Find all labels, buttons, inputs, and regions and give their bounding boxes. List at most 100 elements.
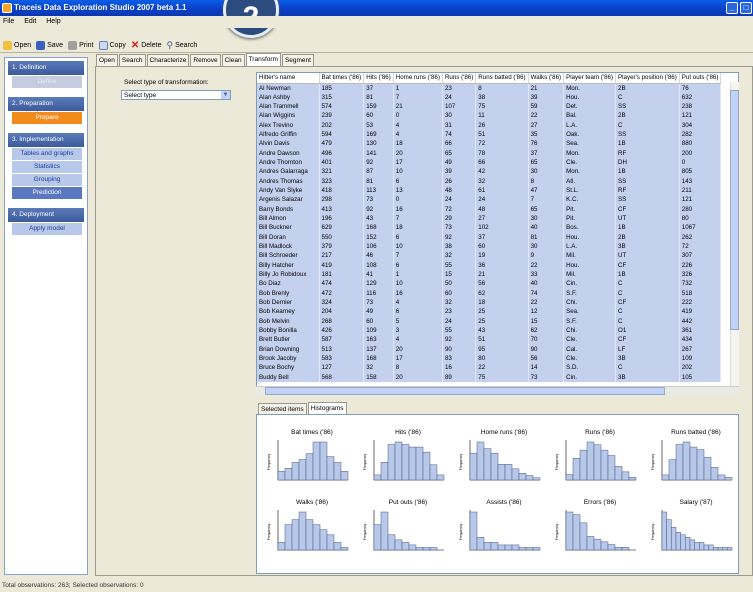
histogram-bar <box>694 542 700 551</box>
tab-open[interactable]: Open <box>96 54 118 66</box>
column-header[interactable]: Hits ('86) <box>363 73 394 84</box>
table-cell: 401 <box>319 157 365 168</box>
histogram-bar <box>593 444 602 481</box>
column-header[interactable]: Bat times ('86) <box>319 73 365 84</box>
column-header[interactable]: Runs ('86) <box>442 73 477 84</box>
histogram-ylabel: Frequency <box>267 453 271 470</box>
menu-file[interactable]: File <box>3 18 14 25</box>
table-row[interactable]: Buddy Bell 568 158 20 89 75 73 Cin. 3B 105 <box>257 372 722 382</box>
table-row[interactable]: Andres Galarraga 321 87 10 39 42 30 Mon. 1B 805 <box>257 167 722 177</box>
table-row[interactable]: Bob Kearney 204 49 6 23 25 12 Sea. C 419 <box>257 307 722 317</box>
table-row[interactable]: Andres Thomas 323 81 6 26 32 8 Atl. SS 143 <box>257 176 722 186</box>
tab-characterize[interactable]: Characterize <box>146 54 190 66</box>
sidebar-item-apply-model[interactable]: Apply model <box>12 223 82 235</box>
column-header[interactable]: Player team ('86) <box>563 73 617 84</box>
tab-search[interactable]: Search <box>118 54 146 66</box>
table-cell: 83 <box>442 353 477 364</box>
column-header[interactable]: Walks ('86) <box>528 73 565 84</box>
histogram-bar <box>525 547 534 551</box>
horizontal-scroll-thumb[interactable] <box>265 387 665 395</box>
table-row[interactable]: Bob Melvin 268 60 5 24 25 15 S.F. C 442 <box>257 316 722 326</box>
sidebar-item-prediction[interactable]: Prediction <box>12 187 82 199</box>
table-cell: 65 <box>528 157 565 168</box>
column-header[interactable]: Home runs ('86) <box>393 73 443 84</box>
copy-label: Copy <box>109 42 126 49</box>
table-cell: SS <box>615 195 680 205</box>
table-row[interactable]: Barry Bonds 413 92 16 72 48 65 Pit. CF 280 <box>257 204 722 214</box>
table-cell: Bill Almon <box>257 213 320 224</box>
table-row[interactable]: Bill Almon 196 43 7 29 27 30 Pit. UT 80 <box>257 213 722 224</box>
search-button[interactable]: ⚲ Search <box>166 40 197 51</box>
table-cell: 5 <box>393 316 443 326</box>
table-cell: 51 <box>475 129 529 140</box>
table-cell: 50 <box>442 279 477 289</box>
table-cell: 72 <box>442 204 477 214</box>
sidebar-item-grouping[interactable]: Grouping <box>12 174 82 186</box>
table-row[interactable]: Billy Jo Robidoux 181 41 1 15 21 33 Mil. 1B 326 <box>257 269 722 280</box>
table-cell: O1 <box>615 325 680 336</box>
menu-help[interactable]: Help <box>46 18 60 25</box>
print-button[interactable]: Print <box>68 41 94 50</box>
table-cell: Cal. <box>563 344 617 354</box>
vertical-scroll-thumb[interactable] <box>730 90 739 330</box>
table-cell: 3B <box>615 241 680 252</box>
transformation-type-select[interactable]: Select type ▼ <box>121 90 231 100</box>
table-row[interactable]: Bill Buckner 629 168 18 73 102 40 Bos. 1B 1067 <box>257 223 722 233</box>
table-cell: Bill Buckner <box>257 223 320 233</box>
column-header[interactable]: Put outs ('86) <box>679 73 722 84</box>
copy-button[interactable]: Copy <box>98 41 126 50</box>
column-header[interactable]: Player's position ('86) <box>615 73 680 84</box>
tab-segment[interactable]: Segment <box>281 54 314 66</box>
table-row[interactable]: Brett Butler 587 163 4 92 51 70 Cle. CF 434 <box>257 335 722 345</box>
table-row[interactable]: Alan Ashby 315 81 7 24 38 39 Hou. C 632 <box>257 92 722 102</box>
table-row[interactable]: Argenis Salazar 298 73 0 24 24 7 K.C. SS 121 <box>257 195 722 205</box>
delete-button[interactable]: ✕ Delete <box>131 40 162 51</box>
tab-remove[interactable]: Remove <box>190 54 221 66</box>
open-button[interactable]: Open <box>3 41 31 50</box>
table-row[interactable]: Alfredo Griffin 594 169 4 74 51 35 Oak. SS 282 <box>257 129 722 140</box>
table-row[interactable]: Brook Jacoby 583 168 17 83 80 56 Cle. 3B 109 <box>257 353 722 364</box>
table-row[interactable]: Andy Van Slyke 418 113 13 48 61 47 St.L. RF 211 <box>257 185 722 196</box>
table-row[interactable]: Alvin Davis 479 130 18 66 72 76 Sea. 1B 880 <box>257 139 722 149</box>
table-row[interactable]: Billy Hatcher 419 108 6 55 36 22 Hou. CF 226 <box>257 260 722 270</box>
table-cell: Bos. <box>563 223 617 233</box>
histogram-bar <box>277 470 286 481</box>
maximize-button[interactable]: □ <box>740 2 752 14</box>
column-header[interactable]: Hitter's name <box>257 73 320 84</box>
table-row[interactable]: Andre Thornton 401 92 17 49 66 65 Cle. DH 0 <box>257 157 722 168</box>
table-row[interactable]: Al Newman 185 37 1 23 8 21 Mon. 2B 76 <box>257 83 722 93</box>
sidebar-item-prepare[interactable]: Prepare <box>12 112 82 124</box>
table-row[interactable]: Bill Madlock 379 106 10 38 60 30 L.A. 3B 72 <box>257 241 722 252</box>
table-row[interactable]: Alan Wiggins 239 60 0 30 11 22 Bal. 2B 121 <box>257 111 722 121</box>
chevron-down-icon[interactable]: ▼ <box>221 91 230 99</box>
tab-transform[interactable]: Transform <box>245 53 281 66</box>
table-cell: 74 <box>528 288 565 298</box>
sidebar-item-tables-and-graphs[interactable]: Tables and graphs <box>12 148 82 160</box>
table-cell: 22 <box>475 363 529 373</box>
column-header[interactable]: Runs batted ('86) <box>475 73 529 84</box>
table-cell: 49 <box>442 157 477 168</box>
menu-edit[interactable]: Edit <box>24 18 36 25</box>
table-cell: 39 <box>528 92 565 102</box>
table-row[interactable]: Bob Dernier 324 73 4 32 18 22 Chi. CF 222 <box>257 297 722 308</box>
table-row[interactable]: Bill Doran 550 152 6 92 37 81 Hou. 2B 262 <box>257 232 722 242</box>
table-cell: S.F. <box>563 316 617 326</box>
table-row[interactable]: Bob Brenly 472 116 16 60 62 74 S.F. C 518 <box>257 288 722 298</box>
table-row[interactable]: Bill Schroeder 217 46 7 32 19 9 Mil. UT 307 <box>257 251 722 261</box>
save-button[interactable]: Save <box>36 41 63 50</box>
tab-clean[interactable]: Clean <box>221 54 245 66</box>
table-row[interactable]: Andre Dawson 496 141 20 65 78 37 Mon. RF 200 <box>257 148 722 158</box>
table-row[interactable]: Bobby Bonilla 426 109 3 55 43 62 Chi. O1 361 <box>257 325 722 336</box>
table-cell: 65 <box>442 148 477 158</box>
table-cell: Sea. <box>563 139 617 149</box>
sidebar-item-statistics[interactable]: Statistics <box>12 161 82 173</box>
table-row[interactable]: Alex Trevino 202 53 4 31 26 27 L.A. C 304 <box>257 120 722 130</box>
table-cell: 65 <box>528 204 565 214</box>
minimize-button[interactable]: _ <box>726 2 738 14</box>
table-cell: 60 <box>363 111 394 121</box>
table-row[interactable]: Bo Diaz 474 129 10 50 56 40 Cin. C 732 <box>257 279 722 289</box>
table-row[interactable]: Brian Downing 513 137 20 90 95 90 Cal. LF 267 <box>257 344 722 354</box>
table-row[interactable]: Alan Trammell 574 159 21 107 75 59 Det. SS 238 <box>257 101 722 112</box>
table-row[interactable]: Bruce Bochy 127 32 8 16 22 14 S.D. C 202 <box>257 363 722 373</box>
table-cell: CF <box>615 204 680 214</box>
